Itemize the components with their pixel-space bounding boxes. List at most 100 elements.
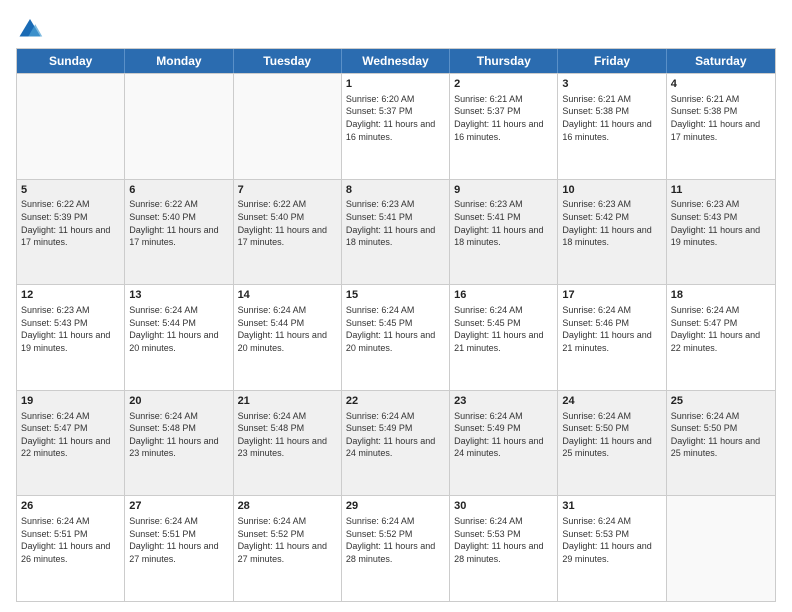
calendar: SundayMondayTuesdayWednesdayThursdayFrid…	[16, 48, 776, 602]
logo-icon	[16, 12, 44, 40]
calendar-header: SundayMondayTuesdayWednesdayThursdayFrid…	[17, 49, 775, 73]
day-number: 12	[21, 288, 120, 303]
cell-info: Sunrise: 6:24 AM Sunset: 5:52 PM Dayligh…	[346, 515, 445, 565]
day-number: 11	[671, 183, 771, 198]
calendar-cell: 19Sunrise: 6:24 AM Sunset: 5:47 PM Dayli…	[17, 391, 125, 496]
cell-info: Sunrise: 6:24 AM Sunset: 5:48 PM Dayligh…	[129, 410, 228, 460]
header-day-tuesday: Tuesday	[234, 49, 342, 73]
page: SundayMondayTuesdayWednesdayThursdayFrid…	[0, 0, 792, 612]
cell-info: Sunrise: 6:22 AM Sunset: 5:40 PM Dayligh…	[129, 198, 228, 248]
cell-info: Sunrise: 6:24 AM Sunset: 5:46 PM Dayligh…	[562, 304, 661, 354]
header-day-monday: Monday	[125, 49, 233, 73]
calendar-cell: 29Sunrise: 6:24 AM Sunset: 5:52 PM Dayli…	[342, 496, 450, 601]
calendar-cell: 12Sunrise: 6:23 AM Sunset: 5:43 PM Dayli…	[17, 285, 125, 390]
cell-info: Sunrise: 6:23 AM Sunset: 5:42 PM Dayligh…	[562, 198, 661, 248]
day-number: 22	[346, 394, 445, 409]
day-number: 20	[129, 394, 228, 409]
header-day-sunday: Sunday	[17, 49, 125, 73]
day-number: 9	[454, 183, 553, 198]
day-number: 2	[454, 77, 553, 92]
cell-info: Sunrise: 6:24 AM Sunset: 5:51 PM Dayligh…	[21, 515, 120, 565]
calendar-cell: 3Sunrise: 6:21 AM Sunset: 5:38 PM Daylig…	[558, 74, 666, 179]
header-day-saturday: Saturday	[667, 49, 775, 73]
calendar-cell: 6Sunrise: 6:22 AM Sunset: 5:40 PM Daylig…	[125, 180, 233, 285]
cell-info: Sunrise: 6:21 AM Sunset: 5:38 PM Dayligh…	[562, 93, 661, 143]
calendar-cell	[17, 74, 125, 179]
day-number: 14	[238, 288, 337, 303]
calendar-cell: 1Sunrise: 6:20 AM Sunset: 5:37 PM Daylig…	[342, 74, 450, 179]
calendar-cell: 30Sunrise: 6:24 AM Sunset: 5:53 PM Dayli…	[450, 496, 558, 601]
day-number: 3	[562, 77, 661, 92]
cell-info: Sunrise: 6:24 AM Sunset: 5:49 PM Dayligh…	[454, 410, 553, 460]
cell-info: Sunrise: 6:24 AM Sunset: 5:44 PM Dayligh…	[129, 304, 228, 354]
calendar-cell: 18Sunrise: 6:24 AM Sunset: 5:47 PM Dayli…	[667, 285, 775, 390]
calendar-cell: 23Sunrise: 6:24 AM Sunset: 5:49 PM Dayli…	[450, 391, 558, 496]
cell-info: Sunrise: 6:24 AM Sunset: 5:45 PM Dayligh…	[346, 304, 445, 354]
calendar-cell	[234, 74, 342, 179]
day-number: 27	[129, 499, 228, 514]
cell-info: Sunrise: 6:24 AM Sunset: 5:45 PM Dayligh…	[454, 304, 553, 354]
day-number: 24	[562, 394, 661, 409]
cell-info: Sunrise: 6:23 AM Sunset: 5:43 PM Dayligh…	[671, 198, 771, 248]
header-day-thursday: Thursday	[450, 49, 558, 73]
cell-info: Sunrise: 6:22 AM Sunset: 5:39 PM Dayligh…	[21, 198, 120, 248]
cell-info: Sunrise: 6:23 AM Sunset: 5:41 PM Dayligh…	[346, 198, 445, 248]
cell-info: Sunrise: 6:24 AM Sunset: 5:44 PM Dayligh…	[238, 304, 337, 354]
day-number: 31	[562, 499, 661, 514]
day-number: 18	[671, 288, 771, 303]
calendar-cell	[667, 496, 775, 601]
calendar-cell: 5Sunrise: 6:22 AM Sunset: 5:39 PM Daylig…	[17, 180, 125, 285]
day-number: 19	[21, 394, 120, 409]
calendar-cell: 13Sunrise: 6:24 AM Sunset: 5:44 PM Dayli…	[125, 285, 233, 390]
calendar-week-5: 26Sunrise: 6:24 AM Sunset: 5:51 PM Dayli…	[17, 495, 775, 601]
calendar-cell: 17Sunrise: 6:24 AM Sunset: 5:46 PM Dayli…	[558, 285, 666, 390]
calendar-cell: 27Sunrise: 6:24 AM Sunset: 5:51 PM Dayli…	[125, 496, 233, 601]
cell-info: Sunrise: 6:22 AM Sunset: 5:40 PM Dayligh…	[238, 198, 337, 248]
calendar-body: 1Sunrise: 6:20 AM Sunset: 5:37 PM Daylig…	[17, 73, 775, 601]
calendar-week-4: 19Sunrise: 6:24 AM Sunset: 5:47 PM Dayli…	[17, 390, 775, 496]
day-number: 29	[346, 499, 445, 514]
day-number: 15	[346, 288, 445, 303]
calendar-cell: 14Sunrise: 6:24 AM Sunset: 5:44 PM Dayli…	[234, 285, 342, 390]
calendar-cell: 8Sunrise: 6:23 AM Sunset: 5:41 PM Daylig…	[342, 180, 450, 285]
day-number: 25	[671, 394, 771, 409]
cell-info: Sunrise: 6:24 AM Sunset: 5:50 PM Dayligh…	[562, 410, 661, 460]
calendar-cell: 15Sunrise: 6:24 AM Sunset: 5:45 PM Dayli…	[342, 285, 450, 390]
header	[16, 12, 776, 40]
cell-info: Sunrise: 6:24 AM Sunset: 5:49 PM Dayligh…	[346, 410, 445, 460]
cell-info: Sunrise: 6:23 AM Sunset: 5:41 PM Dayligh…	[454, 198, 553, 248]
cell-info: Sunrise: 6:24 AM Sunset: 5:52 PM Dayligh…	[238, 515, 337, 565]
day-number: 16	[454, 288, 553, 303]
calendar-cell: 16Sunrise: 6:24 AM Sunset: 5:45 PM Dayli…	[450, 285, 558, 390]
day-number: 1	[346, 77, 445, 92]
calendar-cell: 21Sunrise: 6:24 AM Sunset: 5:48 PM Dayli…	[234, 391, 342, 496]
day-number: 21	[238, 394, 337, 409]
day-number: 4	[671, 77, 771, 92]
calendar-cell: 31Sunrise: 6:24 AM Sunset: 5:53 PM Dayli…	[558, 496, 666, 601]
cell-info: Sunrise: 6:24 AM Sunset: 5:53 PM Dayligh…	[562, 515, 661, 565]
header-day-friday: Friday	[558, 49, 666, 73]
cell-info: Sunrise: 6:23 AM Sunset: 5:43 PM Dayligh…	[21, 304, 120, 354]
cell-info: Sunrise: 6:24 AM Sunset: 5:48 PM Dayligh…	[238, 410, 337, 460]
calendar-cell	[125, 74, 233, 179]
cell-info: Sunrise: 6:24 AM Sunset: 5:53 PM Dayligh…	[454, 515, 553, 565]
cell-info: Sunrise: 6:24 AM Sunset: 5:47 PM Dayligh…	[671, 304, 771, 354]
day-number: 23	[454, 394, 553, 409]
calendar-cell: 22Sunrise: 6:24 AM Sunset: 5:49 PM Dayli…	[342, 391, 450, 496]
day-number: 28	[238, 499, 337, 514]
cell-info: Sunrise: 6:24 AM Sunset: 5:47 PM Dayligh…	[21, 410, 120, 460]
calendar-cell: 11Sunrise: 6:23 AM Sunset: 5:43 PM Dayli…	[667, 180, 775, 285]
calendar-cell: 24Sunrise: 6:24 AM Sunset: 5:50 PM Dayli…	[558, 391, 666, 496]
calendar-week-3: 12Sunrise: 6:23 AM Sunset: 5:43 PM Dayli…	[17, 284, 775, 390]
day-number: 13	[129, 288, 228, 303]
calendar-week-2: 5Sunrise: 6:22 AM Sunset: 5:39 PM Daylig…	[17, 179, 775, 285]
cell-info: Sunrise: 6:20 AM Sunset: 5:37 PM Dayligh…	[346, 93, 445, 143]
calendar-cell: 25Sunrise: 6:24 AM Sunset: 5:50 PM Dayli…	[667, 391, 775, 496]
day-number: 7	[238, 183, 337, 198]
cell-info: Sunrise: 6:24 AM Sunset: 5:50 PM Dayligh…	[671, 410, 771, 460]
calendar-cell: 4Sunrise: 6:21 AM Sunset: 5:38 PM Daylig…	[667, 74, 775, 179]
calendar-cell: 20Sunrise: 6:24 AM Sunset: 5:48 PM Dayli…	[125, 391, 233, 496]
logo	[16, 12, 48, 40]
calendar-cell: 9Sunrise: 6:23 AM Sunset: 5:41 PM Daylig…	[450, 180, 558, 285]
calendar-cell: 2Sunrise: 6:21 AM Sunset: 5:37 PM Daylig…	[450, 74, 558, 179]
